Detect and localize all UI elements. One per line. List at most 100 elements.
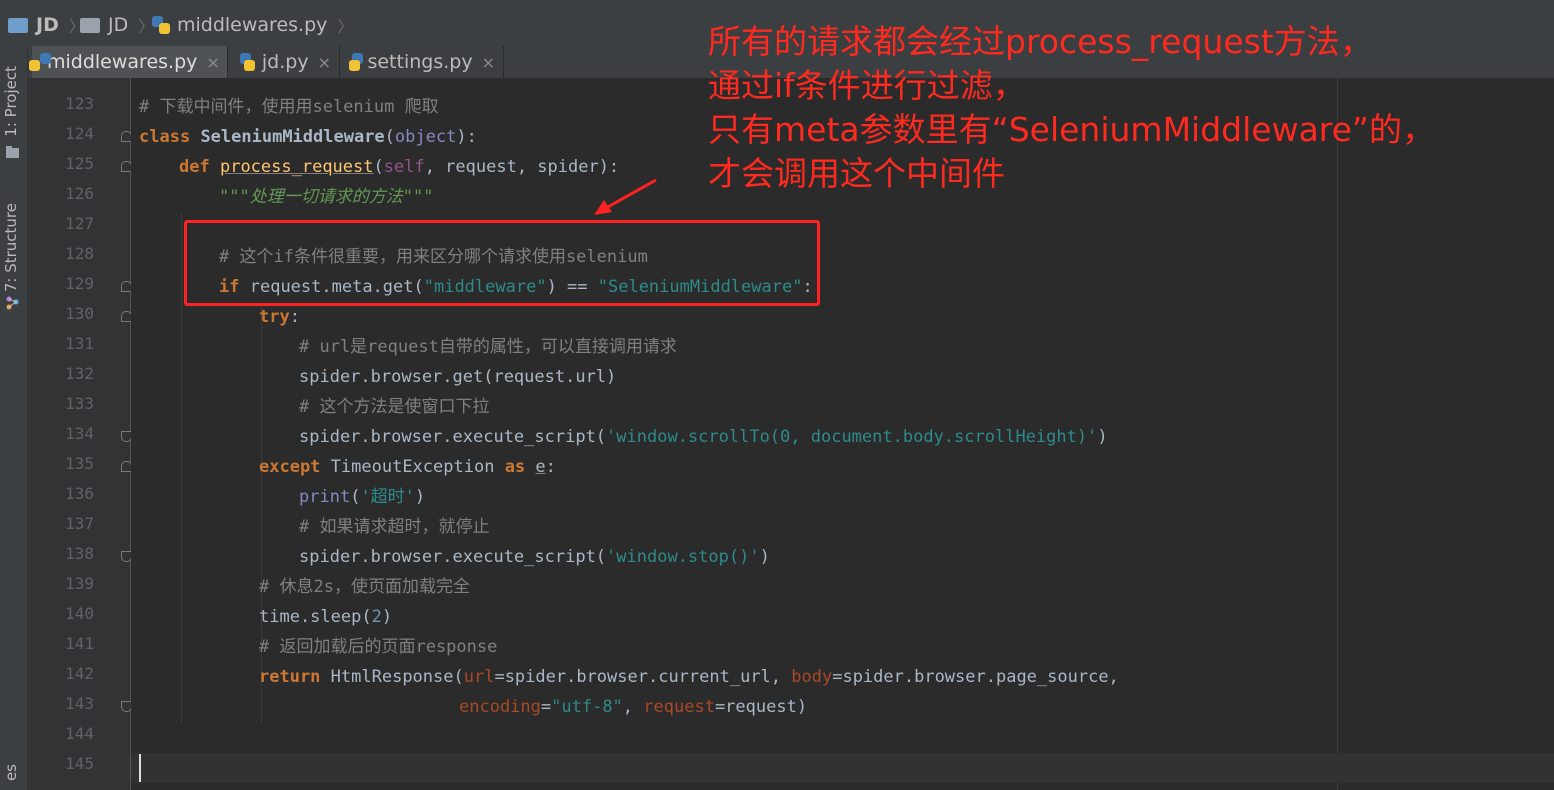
code-text: TimeoutException bbox=[330, 457, 495, 477]
comment-text: # 下载中间件，使用用selenium 爬取 bbox=[139, 97, 439, 117]
line-number: 124 bbox=[65, 124, 94, 143]
close-icon[interactable]: × bbox=[318, 53, 331, 72]
line-number: 145 bbox=[65, 754, 94, 773]
string: 'window.scrollTo(0, document.body.scroll… bbox=[606, 427, 1098, 447]
chevron-right-icon: 〉 bbox=[337, 17, 354, 36]
indent-guide bbox=[181, 213, 182, 723]
punct: ( bbox=[373, 157, 384, 177]
punct: ) bbox=[759, 547, 770, 567]
code-line-139: # 休息2s，使页面加载完全 bbox=[259, 572, 470, 602]
keyword-arg: request bbox=[643, 697, 715, 717]
punct: = bbox=[540, 697, 552, 717]
current-line-highlight bbox=[131, 753, 1554, 783]
punct: ) bbox=[381, 607, 393, 627]
close-icon[interactable]: × bbox=[206, 53, 219, 72]
breadcrumb-project[interactable]: JD 〉 bbox=[8, 12, 85, 38]
code-text: =spider.browser.current_url, bbox=[494, 667, 792, 687]
annotation-arrow-icon bbox=[594, 178, 657, 215]
code-line-123: # 下载中间件，使用用selenium 爬取 bbox=[139, 92, 439, 122]
builtin: object bbox=[394, 127, 457, 147]
tab-jd[interactable]: jd.py × bbox=[232, 46, 340, 78]
line-number: 131 bbox=[65, 334, 94, 353]
class-name: SeleniumMiddleware bbox=[200, 127, 385, 147]
annotation-line: 只有meta参数里有“SeleniumMiddleware”的， bbox=[708, 110, 1436, 149]
tab-label: settings.py bbox=[367, 51, 473, 73]
structure-icon bbox=[6, 296, 19, 310]
keyword: def bbox=[179, 157, 210, 177]
python-file-icon bbox=[152, 16, 170, 34]
comment-text: # 返回加载后的页面response bbox=[259, 637, 498, 657]
tool-window-favorites[interactable]: es bbox=[2, 764, 20, 781]
line-number: 143 bbox=[65, 694, 94, 713]
code-text: =spider.browser.page_source, bbox=[832, 667, 1119, 687]
code-line-136: print('超时') bbox=[299, 482, 425, 512]
builtin: print bbox=[299, 487, 351, 507]
text-caret bbox=[139, 754, 141, 782]
code-line-130: try: bbox=[259, 302, 300, 332]
line-number: 144 bbox=[65, 724, 94, 743]
comment-text: # 这个方法是使窗口下拉 bbox=[299, 397, 490, 417]
line-number: 123 bbox=[65, 94, 94, 113]
tool-window-structure[interactable]: 7: Structure bbox=[2, 203, 20, 292]
breadcrumb-file[interactable]: middlewares.py 〉 bbox=[152, 12, 353, 38]
code-text: spider.browser.get(request.url) bbox=[299, 367, 617, 387]
close-icon[interactable]: × bbox=[482, 53, 495, 72]
string: 'window.stop()' bbox=[606, 547, 760, 567]
line-number: 141 bbox=[65, 634, 94, 653]
self-param: self bbox=[383, 157, 425, 177]
line-number: 140 bbox=[65, 604, 94, 623]
comment-text: # 如果请求超时，就停止 bbox=[299, 517, 490, 537]
line-number: 129 bbox=[65, 274, 94, 293]
punct: ( bbox=[384, 127, 395, 147]
line-number: 137 bbox=[65, 514, 94, 533]
code-text: time.sleep( bbox=[259, 607, 372, 627]
line-number: 126 bbox=[65, 184, 94, 203]
comment-text: # 休息2s，使页面加载完全 bbox=[259, 577, 470, 597]
variable: e bbox=[535, 457, 546, 477]
tab-label: jd.py bbox=[261, 51, 309, 73]
code-line-134: spider.browser.execute_script('window.sc… bbox=[299, 422, 1108, 452]
project-icon bbox=[6, 146, 19, 158]
breadcrumb-label: JD bbox=[108, 14, 129, 36]
breadcrumb-label: middlewares.py bbox=[177, 14, 328, 36]
folder-icon bbox=[80, 17, 100, 33]
code-text: =request) bbox=[714, 697, 808, 717]
folder-icon bbox=[8, 17, 28, 33]
python-file-icon bbox=[349, 53, 363, 71]
keyword-arg: body bbox=[791, 667, 833, 687]
code-line-141: # 返回加载后的页面response bbox=[259, 632, 497, 662]
code-line-131: # url是request自带的属性，可以直接调用请求 bbox=[299, 332, 677, 362]
annotation-text: 所有的请求都会经过process_request方法， 通过if条件进行过滤， … bbox=[708, 20, 1435, 196]
code-line-140: time.sleep(2) bbox=[259, 602, 392, 632]
line-number: 132 bbox=[65, 364, 94, 383]
code-line-143: encoding="utf-8", request=request) bbox=[459, 692, 807, 722]
punct: ) bbox=[414, 487, 426, 507]
annotation-line: 才会调用这个中间件 bbox=[708, 154, 1005, 193]
line-number: 139 bbox=[65, 574, 94, 593]
punct: , bbox=[622, 697, 644, 717]
annotation-line: 通过if条件进行过滤， bbox=[708, 66, 1026, 105]
code-text: spider.browser.execute_script( bbox=[299, 547, 607, 567]
line-number-gutter[interactable]: 123 124 125 126 127 128 129 130 131 132 … bbox=[28, 78, 131, 790]
function-name: process_request bbox=[219, 157, 374, 177]
line-number: 135 bbox=[65, 454, 94, 473]
breadcrumb-folder[interactable]: JD 〉 bbox=[80, 12, 154, 38]
code-text: spider.browser.execute_script( bbox=[299, 427, 607, 447]
line-number: 130 bbox=[65, 304, 94, 323]
comment-text: # url是request自带的属性，可以直接调用请求 bbox=[299, 337, 677, 357]
breadcrumb-label: JD bbox=[36, 14, 59, 36]
docstring: """处理一切请求的方法""" bbox=[219, 187, 434, 207]
keyword: return bbox=[259, 667, 321, 687]
tool-window-project[interactable]: 1: Project bbox=[2, 66, 20, 137]
line-number: 125 bbox=[65, 154, 94, 173]
punct: : bbox=[289, 307, 300, 327]
code-line-132: spider.browser.get(request.url) bbox=[299, 362, 616, 392]
line-number: 133 bbox=[65, 394, 94, 413]
tab-settings[interactable]: settings.py × bbox=[344, 46, 504, 78]
line-number: 127 bbox=[65, 214, 94, 233]
punct: ) bbox=[1097, 427, 1108, 447]
line-number: 134 bbox=[65, 424, 94, 443]
tab-middlewares[interactable]: middlewares.py × bbox=[29, 46, 228, 78]
code-line-137: # 如果请求超时，就停止 bbox=[299, 512, 489, 542]
code-line-133: # 这个方法是使窗口下拉 bbox=[299, 392, 489, 422]
